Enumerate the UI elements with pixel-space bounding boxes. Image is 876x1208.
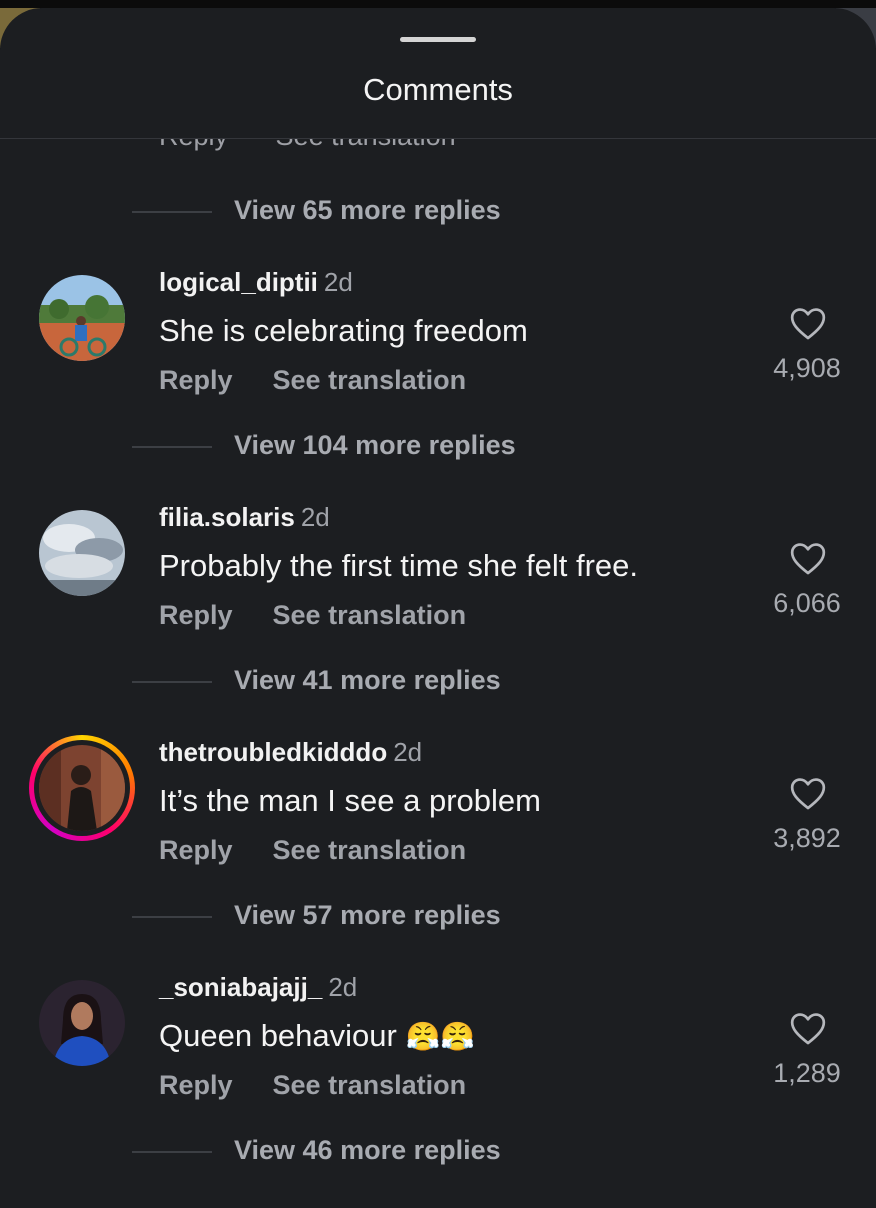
view-replies-link[interactable]: View 46 more replies (234, 1135, 501, 1166)
clipped-comment-actions: Reply See translation (159, 139, 496, 152)
comment-text: It’s the man I see a problem (159, 783, 541, 818)
comment-item: _soniabajajj_ 2d Queen behaviour 😤😤 Reply… (0, 972, 876, 1120)
heart-icon[interactable] (789, 540, 827, 576)
sheet-title: Comments (363, 72, 513, 107)
avatar-image (39, 275, 125, 361)
comment-time: 2d (300, 502, 330, 532)
comment-actions: Reply See translation (159, 365, 466, 396)
username-link[interactable]: _soniabajajj_ (159, 972, 322, 1002)
reply-button[interactable]: Reply (159, 600, 233, 631)
view-replies-link[interactable]: View 104 more replies (234, 430, 516, 461)
username-link[interactable]: filia.solaris (159, 502, 295, 532)
reply-button[interactable]: Reply (159, 835, 233, 866)
avatar[interactable] (39, 275, 125, 361)
like-count: 6,066 (773, 588, 841, 618)
steam-from-nose-emoji: 😤😤 (405, 1021, 476, 1052)
comment-meta: logical_diptii 2d (159, 267, 353, 298)
see-translation-button[interactable]: See translation (273, 1070, 467, 1101)
username-link[interactable]: logical_diptii (159, 267, 318, 297)
avatar-image (39, 980, 125, 1066)
avatar[interactable] (39, 980, 125, 1066)
see-translation-button[interactable]: See translation (273, 835, 467, 866)
comments-sheet: Comments Reply See translation View 65 m… (0, 8, 876, 1208)
like-count: 1,289 (773, 1058, 841, 1088)
comment-actions: Reply See translation (159, 600, 466, 631)
comment-meta: filia.solaris 2d (159, 502, 330, 533)
comment-text: Queen behaviour 😤😤 (159, 1018, 475, 1054)
view-replies-link[interactable]: View 65 more replies (234, 195, 501, 226)
comment-text: Probably the first time she felt free. (159, 548, 638, 583)
view-replies-row[interactable]: View 46 more replies (0, 1133, 876, 1173)
heart-icon[interactable] (789, 775, 827, 811)
comment-item: filia.solaris 2d Probably the first time … (0, 502, 876, 650)
heart-icon[interactable] (789, 1010, 827, 1046)
see-translation-button[interactable]: See translation (273, 365, 467, 396)
comment-item: logical_diptii 2d She is celebrating free… (0, 267, 876, 415)
comment-item: thetroubledkidddo 2d It’s the man I see a… (0, 735, 876, 885)
like-count: 4,908 (773, 353, 841, 383)
comment-text: She is celebrating freedom (159, 313, 528, 348)
comment-meta: _soniabajajj_ 2d (159, 972, 357, 1003)
view-replies-row[interactable]: View 57 more replies (0, 898, 876, 938)
replies-line (132, 1151, 212, 1153)
comment-text-body: Queen behaviour (159, 1018, 397, 1053)
replies-line (132, 446, 212, 448)
view-replies-row[interactable]: View 65 more replies (0, 193, 876, 233)
drag-handle[interactable] (400, 37, 476, 42)
replies-line (132, 916, 212, 918)
username-link[interactable]: thetroubledkidddo (159, 737, 387, 767)
comment-time: 2d (328, 972, 358, 1002)
view-replies-row[interactable]: View 41 more replies (0, 663, 876, 703)
comment-actions: Reply See translation (159, 1070, 466, 1101)
avatar[interactable] (39, 745, 125, 831)
see-translation-button[interactable]: See translation (273, 600, 467, 631)
comment-meta: thetroubledkidddo 2d (159, 737, 422, 768)
reply-button[interactable]: Reply (159, 1070, 233, 1101)
reply-button[interactable]: Reply (159, 365, 233, 396)
see-translation-button[interactable]: See translation (276, 139, 456, 151)
replies-line (132, 681, 212, 683)
like-count: 3,892 (773, 823, 841, 853)
comment-actions: Reply See translation (159, 835, 466, 866)
avatar[interactable] (39, 510, 125, 596)
heart-icon[interactable] (789, 305, 827, 341)
avatar-image (39, 745, 125, 831)
comments-list[interactable]: Reply See translation View 65 more repli… (0, 139, 876, 1208)
comment-time: 2d (393, 737, 423, 767)
comment-time: 2d (323, 267, 353, 297)
view-replies-row[interactable]: View 104 more replies (0, 428, 876, 468)
view-replies-link[interactable]: View 41 more replies (234, 665, 501, 696)
reply-button[interactable]: Reply (159, 139, 228, 151)
avatar-image (39, 510, 125, 596)
view-replies-link[interactable]: View 57 more replies (234, 900, 501, 931)
replies-line (132, 211, 212, 213)
